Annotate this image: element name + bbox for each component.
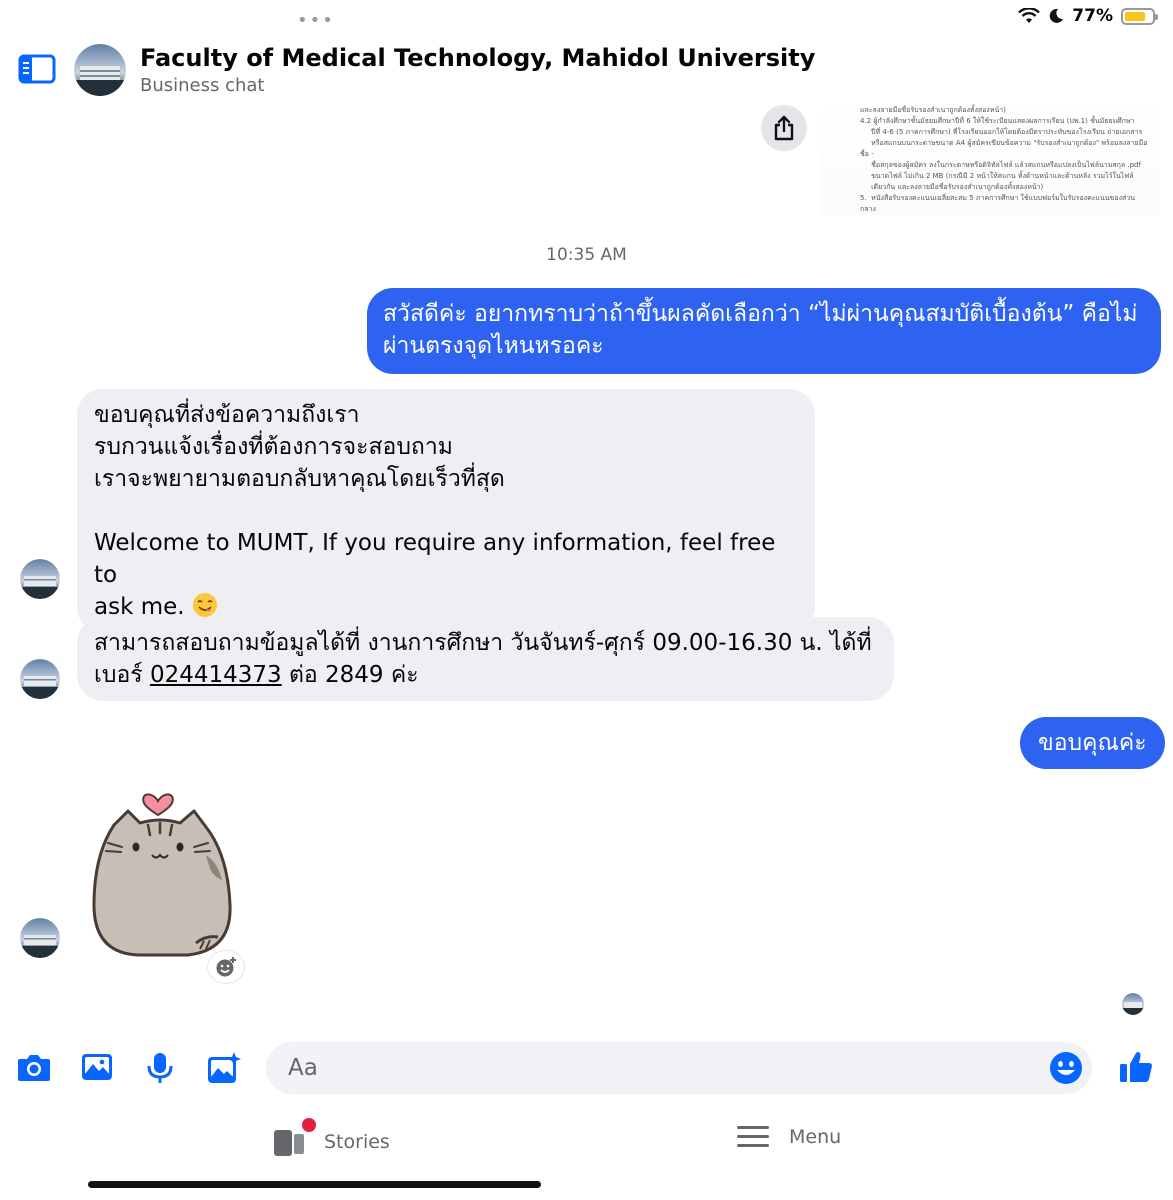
stories-icon bbox=[274, 1130, 304, 1156]
gallery-button[interactable] bbox=[80, 1051, 114, 1087]
home-indicator[interactable] bbox=[88, 1181, 541, 1188]
outgoing-message[interactable]: ขอบคุณค่ะ bbox=[1020, 717, 1165, 769]
incoming-message[interactable]: สามารถสอบถามข้อมูลได้ที่ งานการศึกษา วัน… bbox=[77, 617, 894, 701]
tab-stories[interactable]: Stories bbox=[272, 1118, 390, 1160]
emoji-icon bbox=[1050, 1052, 1082, 1084]
seen-receipt-avatar bbox=[1122, 993, 1144, 1015]
sender-avatar[interactable] bbox=[20, 659, 60, 699]
yum-emoji-icon bbox=[192, 593, 217, 617]
message-composer bbox=[0, 1040, 1173, 1096]
battery-percent: 77% bbox=[1072, 6, 1113, 26]
message-text: ขอบคุณที่ส่งข้อความถึงเรา bbox=[94, 402, 360, 428]
ai-image-button[interactable] bbox=[206, 1051, 242, 1089]
ai-image-icon bbox=[208, 1052, 241, 1083]
voice-message-button[interactable] bbox=[146, 1051, 174, 1089]
message-text: ขอบคุณค่ะ bbox=[1038, 730, 1147, 756]
wifi-icon bbox=[1018, 8, 1041, 23]
multitasking-dots[interactable]: ••• bbox=[297, 10, 335, 31]
incoming-message[interactable]: ขอบคุณที่ส่งข้อความถึงเรา รบกวนแจ้งเรื่อ… bbox=[77, 389, 815, 633]
message-input[interactable] bbox=[288, 1052, 1028, 1084]
chat-title[interactable]: Faculty of Medical Technology, Mahidol U… bbox=[140, 44, 815, 72]
status-bar: 77% bbox=[1018, 6, 1158, 26]
tab-menu[interactable]: Menu bbox=[737, 1124, 841, 1150]
thumbs-up-icon bbox=[1120, 1052, 1152, 1082]
tab-label: Stories bbox=[324, 1131, 390, 1153]
camera-icon bbox=[18, 1055, 50, 1081]
gallery-icon bbox=[82, 1054, 112, 1080]
bottom-tab-bar: Stories Menu bbox=[0, 1118, 1173, 1178]
document-text: และลงลายมือชื่อรับรองสำเนาถูกต้องทั้งสอง… bbox=[860, 106, 1148, 213]
hamburger-menu-icon bbox=[737, 1126, 769, 1147]
emoji-picker-button[interactable] bbox=[1048, 1050, 1084, 1090]
message-text: ผ่านตรงจุดไหนหรอคะ bbox=[383, 333, 604, 359]
pusheen-cat-heart-icon bbox=[92, 793, 232, 957]
message-input-container[interactable] bbox=[266, 1042, 1092, 1094]
microphone-icon bbox=[147, 1053, 173, 1083]
message-timestamp: 10:35 AM bbox=[546, 245, 627, 265]
message-text: เบอร์ bbox=[94, 662, 150, 688]
chat-avatar[interactable] bbox=[74, 44, 126, 96]
message-text: สวัสดีค่ะ อยากทราบว่าถ้าขึ้นผลคัดเลือกว่… bbox=[383, 301, 1138, 327]
outgoing-message[interactable]: สวัสดีค่ะ อยากทราบว่าถ้าขึ้นผลคัดเลือกว่… bbox=[367, 288, 1161, 374]
message-text: รบกวนแจ้งเรื่องที่ต้องการจะสอบถาม bbox=[94, 434, 453, 460]
send-like-button[interactable] bbox=[1118, 1050, 1154, 1088]
message-text: สามารถสอบถามข้อมูลได้ที่ งานการศึกษา วัน… bbox=[94, 630, 872, 656]
document-preview-image[interactable]: และลงลายมือชื่อรับรองสำเนาถูกต้องทั้งสอง… bbox=[820, 50, 1160, 215]
phone-number-link[interactable]: 024414373 bbox=[150, 662, 282, 688]
battery-level bbox=[1125, 11, 1146, 21]
share-icon bbox=[774, 115, 794, 141]
message-text: Welcome to MUMT, If you require any info… bbox=[94, 530, 776, 588]
moon-icon bbox=[1050, 8, 1064, 23]
add-reaction-icon bbox=[216, 957, 236, 977]
share-button[interactable] bbox=[761, 105, 807, 151]
sender-avatar[interactable] bbox=[20, 918, 60, 958]
battery-icon bbox=[1121, 7, 1158, 25]
pusheen-sticker[interactable] bbox=[88, 785, 243, 964]
sidebar-icon bbox=[18, 54, 56, 84]
chat-subtitle: Business chat bbox=[140, 75, 265, 96]
message-text: เราจะพยายามตอบกลับหาคุณโดยเร็วที่สุด bbox=[94, 466, 505, 492]
sidebar-toggle-button[interactable] bbox=[18, 54, 56, 88]
camera-button[interactable] bbox=[16, 1051, 52, 1087]
tab-label: Menu bbox=[789, 1126, 842, 1148]
notification-dot bbox=[302, 1118, 316, 1132]
sender-avatar[interactable] bbox=[20, 559, 60, 599]
message-text: ต่อ 2849 ค่ะ bbox=[281, 662, 419, 688]
add-reaction-button[interactable] bbox=[207, 950, 245, 984]
